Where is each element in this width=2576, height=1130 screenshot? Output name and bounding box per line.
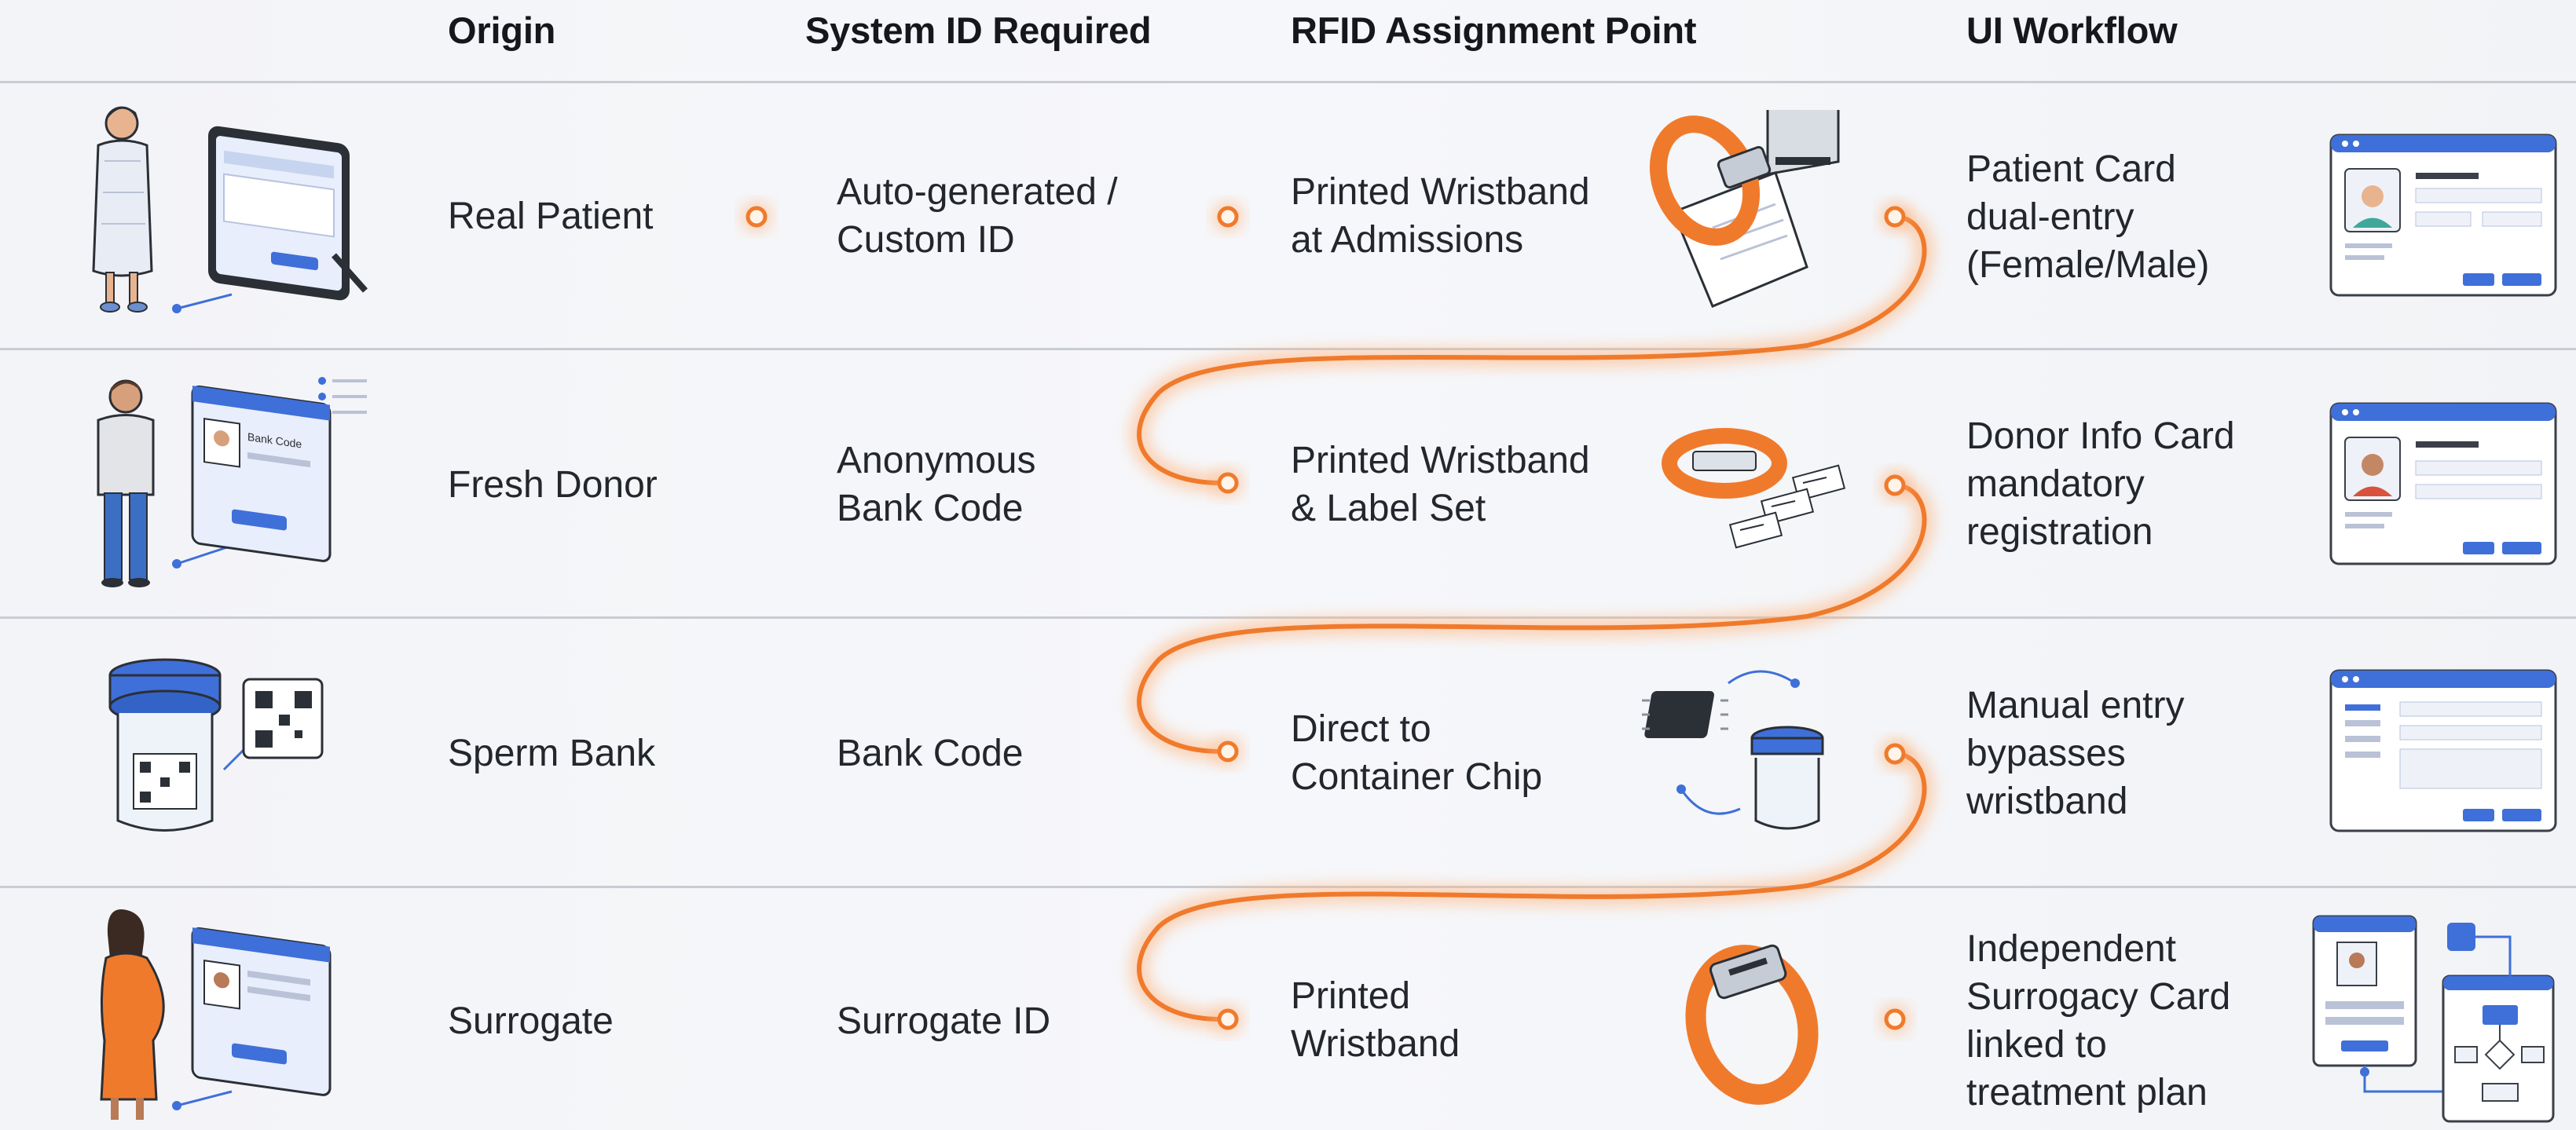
donor-card-form-icon: [2329, 402, 2557, 565]
origin-cell: Sperm Bank: [448, 733, 656, 774]
workflow-line: Manual entry: [1966, 685, 2185, 726]
system-id-cell: Bank Code: [837, 733, 1024, 774]
donor-id-card-icon: Bank Code: [97, 377, 367, 587]
system-id-cell: Anonymous Bank Code: [837, 437, 1035, 532]
flow-node: [1212, 467, 1244, 499]
chip-container-icon: [1642, 670, 1824, 830]
rfid-line: Wristband: [1291, 1023, 1460, 1065]
workflow-line: Patient Card: [1966, 148, 2176, 190]
origin-cell: Real Patient: [448, 196, 654, 237]
system-id-line: Bank Code: [837, 488, 1024, 529]
workflow-line: (Female/Male): [1966, 244, 2210, 286]
workflow-line: Surrogacy Card: [1966, 976, 2231, 1018]
rfid-line: Direct to: [1291, 708, 1431, 750]
flow-node: [1212, 1004, 1244, 1035]
workflow-line: treatment plan: [1966, 1072, 2208, 1114]
rfid-line: Printed Wristband: [1291, 440, 1590, 481]
rfid-cell: Direct to Container Chip: [1291, 705, 1542, 801]
flow-node: [1879, 470, 1911, 501]
wristband-printer-icon: [1649, 110, 1840, 308]
workflow-cell: Independent Surrogacy Card linked to tre…: [1966, 925, 2230, 1117]
flow-node: [741, 201, 772, 232]
workflow-line: Donor Info Card: [1966, 415, 2235, 457]
patient-gown-tablet-icon: [92, 106, 368, 313]
rfid-line: Printed: [1291, 975, 1411, 1017]
flow-node: [1212, 736, 1244, 767]
workflow-line: registration: [1966, 511, 2153, 553]
flow-node: [1212, 201, 1244, 232]
manual-entry-form-icon: [2329, 669, 2557, 832]
sample-container-qr-icon: [108, 658, 324, 832]
wristband-labels-icon: [1662, 428, 1846, 549]
rfid-line: at Admissions: [1291, 219, 1524, 261]
origin-cell: Fresh Donor: [448, 464, 658, 506]
system-id-cell: Auto-generated / Custom ID: [837, 168, 1118, 264]
system-id-cell: Surrogate ID: [837, 1000, 1051, 1042]
rfid-line: & Label Set: [1291, 488, 1486, 529]
system-id-line: Auto-generated /: [837, 171, 1118, 213]
rfid-line: Printed Wristband: [1291, 171, 1590, 213]
patient-card-form-icon: [2329, 133, 2557, 297]
system-id-line: Anonymous: [837, 440, 1036, 481]
surrogacy-card-flowchart-icon: [2312, 915, 2555, 1123]
flow-node: [1879, 738, 1911, 770]
workflow-line: wristband: [1966, 781, 2128, 822]
workflow-line: bypasses: [1966, 733, 2126, 774]
flow-node: [1879, 201, 1911, 232]
origin-cell: Surrogate: [448, 1000, 614, 1042]
wristband-icon: [1685, 944, 1819, 1105]
rfid-cell: Printed Wristband & Label Set: [1291, 437, 1590, 532]
workflow-cell: Manual entry bypasses wristband: [1966, 682, 2184, 825]
flow-node: [1879, 1004, 1911, 1035]
pregnant-surrogate-icon: [100, 909, 332, 1120]
workflow-line: Independent: [1966, 928, 2176, 970]
rfid-line: Container Chip: [1291, 756, 1543, 798]
workflow-cell: Patient Card dual-entry (Female/Male): [1966, 145, 2209, 289]
system-id-line: Custom ID: [837, 219, 1015, 261]
workflow-line: dual-entry: [1966, 196, 2134, 238]
workflow-line: linked to: [1966, 1024, 2107, 1066]
rfid-cell: Printed Wristband at Admissions: [1291, 168, 1590, 264]
workflow-line: mandatory: [1966, 463, 2145, 505]
workflow-cell: Donor Info Card mandatory registration: [1966, 412, 2235, 556]
rfid-cell: Printed Wristband: [1291, 972, 1460, 1068]
